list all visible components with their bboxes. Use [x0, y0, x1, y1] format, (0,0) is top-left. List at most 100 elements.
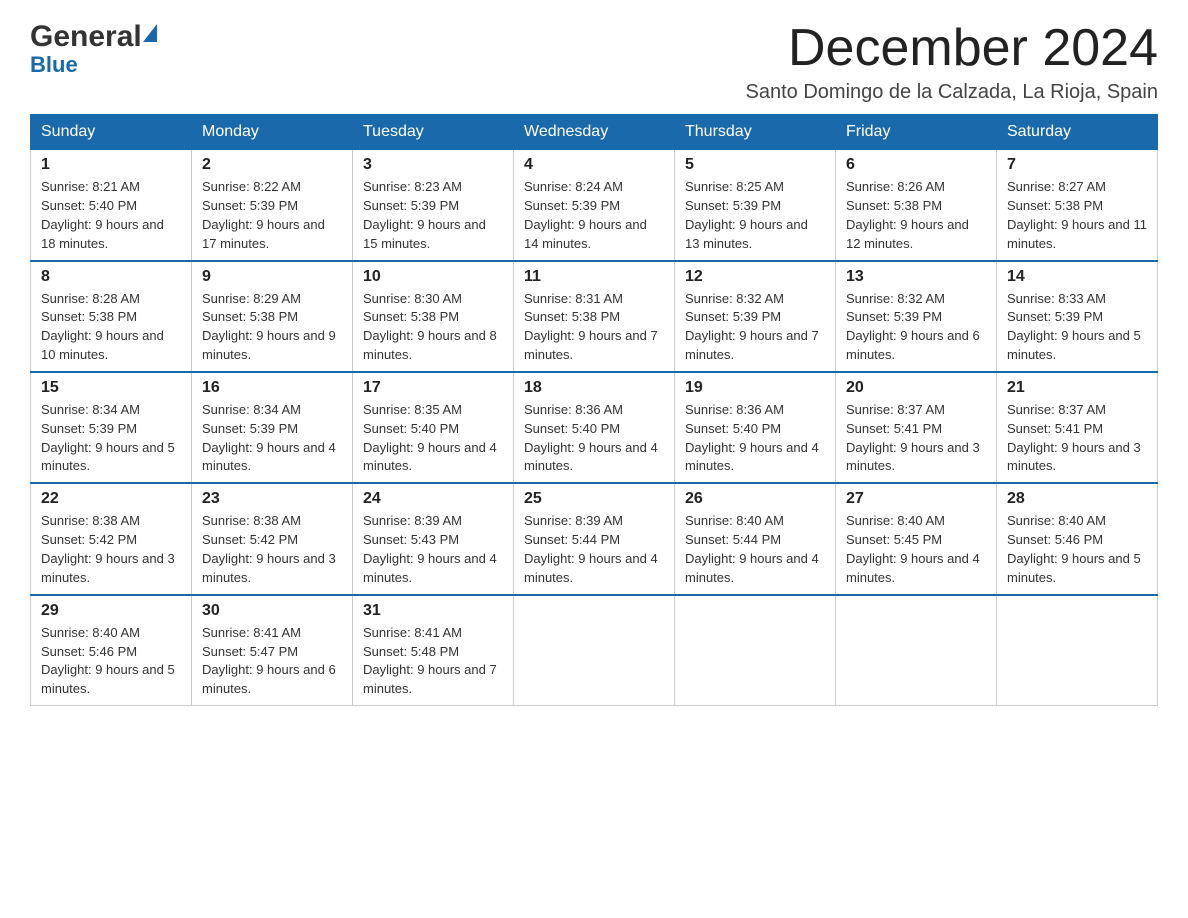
day-info: Sunrise: 8:38 AMSunset: 5:42 PMDaylight:… — [202, 513, 336, 585]
day-info: Sunrise: 8:23 AMSunset: 5:39 PMDaylight:… — [363, 179, 486, 251]
calendar-cell — [997, 595, 1158, 706]
day-number: 10 — [363, 268, 503, 286]
calendar-cell: 19 Sunrise: 8:36 AMSunset: 5:40 PMDaylig… — [675, 372, 836, 483]
day-number: 27 — [846, 490, 986, 508]
calendar-cell: 4 Sunrise: 8:24 AMSunset: 5:39 PMDayligh… — [514, 150, 675, 261]
title-area: December 2024 Santo Domingo de la Calzad… — [746, 20, 1158, 104]
day-number: 16 — [202, 379, 342, 397]
calendar-cell — [675, 595, 836, 706]
calendar-cell: 31 Sunrise: 8:41 AMSunset: 5:48 PMDaylig… — [353, 595, 514, 706]
day-number: 20 — [846, 379, 986, 397]
day-number: 11 — [524, 268, 664, 286]
month-title: December 2024 — [746, 20, 1158, 77]
day-number: 23 — [202, 490, 342, 508]
week-row-4: 22 Sunrise: 8:38 AMSunset: 5:42 PMDaylig… — [31, 483, 1158, 594]
weekday-header-sunday: Sunday — [31, 115, 192, 150]
calendar-cell: 27 Sunrise: 8:40 AMSunset: 5:45 PMDaylig… — [836, 483, 997, 594]
calendar-cell: 22 Sunrise: 8:38 AMSunset: 5:42 PMDaylig… — [31, 483, 192, 594]
weekday-header-thursday: Thursday — [675, 115, 836, 150]
day-number: 13 — [846, 268, 986, 286]
calendar-cell — [836, 595, 997, 706]
day-number: 21 — [1007, 379, 1147, 397]
day-info: Sunrise: 8:37 AMSunset: 5:41 PMDaylight:… — [846, 402, 980, 474]
calendar-cell — [514, 595, 675, 706]
weekday-header-saturday: Saturday — [997, 115, 1158, 150]
day-number: 22 — [41, 490, 181, 508]
day-info: Sunrise: 8:32 AMSunset: 5:39 PMDaylight:… — [685, 291, 819, 363]
calendar-cell: 9 Sunrise: 8:29 AMSunset: 5:38 PMDayligh… — [192, 261, 353, 372]
calendar-cell: 29 Sunrise: 8:40 AMSunset: 5:46 PMDaylig… — [31, 595, 192, 706]
day-number: 4 — [524, 156, 664, 174]
day-number: 15 — [41, 379, 181, 397]
day-info: Sunrise: 8:41 AMSunset: 5:48 PMDaylight:… — [363, 625, 497, 697]
day-info: Sunrise: 8:32 AMSunset: 5:39 PMDaylight:… — [846, 291, 980, 363]
weekday-header-wednesday: Wednesday — [514, 115, 675, 150]
day-info: Sunrise: 8:22 AMSunset: 5:39 PMDaylight:… — [202, 179, 325, 251]
weekday-header-tuesday: Tuesday — [353, 115, 514, 150]
day-info: Sunrise: 8:31 AMSunset: 5:38 PMDaylight:… — [524, 291, 658, 363]
day-info: Sunrise: 8:41 AMSunset: 5:47 PMDaylight:… — [202, 625, 336, 697]
day-number: 18 — [524, 379, 664, 397]
day-info: Sunrise: 8:34 AMSunset: 5:39 PMDaylight:… — [41, 402, 175, 474]
day-number: 31 — [363, 602, 503, 620]
day-number: 24 — [363, 490, 503, 508]
day-info: Sunrise: 8:40 AMSunset: 5:46 PMDaylight:… — [1007, 513, 1141, 585]
week-row-5: 29 Sunrise: 8:40 AMSunset: 5:46 PMDaylig… — [31, 595, 1158, 706]
weekday-header-friday: Friday — [836, 115, 997, 150]
calendar-cell: 23 Sunrise: 8:38 AMSunset: 5:42 PMDaylig… — [192, 483, 353, 594]
day-number: 26 — [685, 490, 825, 508]
calendar-cell: 1 Sunrise: 8:21 AMSunset: 5:40 PMDayligh… — [31, 150, 192, 261]
day-number: 9 — [202, 268, 342, 286]
calendar-cell: 15 Sunrise: 8:34 AMSunset: 5:39 PMDaylig… — [31, 372, 192, 483]
calendar-cell: 28 Sunrise: 8:40 AMSunset: 5:46 PMDaylig… — [997, 483, 1158, 594]
day-info: Sunrise: 8:27 AMSunset: 5:38 PMDaylight:… — [1007, 179, 1147, 251]
day-info: Sunrise: 8:39 AMSunset: 5:43 PMDaylight:… — [363, 513, 497, 585]
day-number: 1 — [41, 156, 181, 174]
day-info: Sunrise: 8:37 AMSunset: 5:41 PMDaylight:… — [1007, 402, 1141, 474]
day-info: Sunrise: 8:34 AMSunset: 5:39 PMDaylight:… — [202, 402, 336, 474]
day-number: 12 — [685, 268, 825, 286]
logo: General Blue — [30, 20, 157, 78]
day-number: 7 — [1007, 156, 1147, 174]
calendar-cell: 17 Sunrise: 8:35 AMSunset: 5:40 PMDaylig… — [353, 372, 514, 483]
calendar-cell: 26 Sunrise: 8:40 AMSunset: 5:44 PMDaylig… — [675, 483, 836, 594]
day-info: Sunrise: 8:35 AMSunset: 5:40 PMDaylight:… — [363, 402, 497, 474]
day-number: 5 — [685, 156, 825, 174]
day-info: Sunrise: 8:30 AMSunset: 5:38 PMDaylight:… — [363, 291, 497, 363]
day-info: Sunrise: 8:40 AMSunset: 5:44 PMDaylight:… — [685, 513, 819, 585]
week-row-1: 1 Sunrise: 8:21 AMSunset: 5:40 PMDayligh… — [31, 150, 1158, 261]
calendar-cell: 13 Sunrise: 8:32 AMSunset: 5:39 PMDaylig… — [836, 261, 997, 372]
calendar-cell: 11 Sunrise: 8:31 AMSunset: 5:38 PMDaylig… — [514, 261, 675, 372]
calendar-cell: 2 Sunrise: 8:22 AMSunset: 5:39 PMDayligh… — [192, 150, 353, 261]
calendar-cell: 3 Sunrise: 8:23 AMSunset: 5:39 PMDayligh… — [353, 150, 514, 261]
calendar-cell: 18 Sunrise: 8:36 AMSunset: 5:40 PMDaylig… — [514, 372, 675, 483]
day-info: Sunrise: 8:40 AMSunset: 5:46 PMDaylight:… — [41, 625, 175, 697]
day-info: Sunrise: 8:39 AMSunset: 5:44 PMDaylight:… — [524, 513, 658, 585]
day-info: Sunrise: 8:24 AMSunset: 5:39 PMDaylight:… — [524, 179, 647, 251]
day-number: 30 — [202, 602, 342, 620]
day-number: 3 — [363, 156, 503, 174]
week-row-2: 8 Sunrise: 8:28 AMSunset: 5:38 PMDayligh… — [31, 261, 1158, 372]
day-number: 2 — [202, 156, 342, 174]
day-info: Sunrise: 8:25 AMSunset: 5:39 PMDaylight:… — [685, 179, 808, 251]
logo-triangle-icon — [143, 24, 157, 42]
calendar-table: SundayMondayTuesdayWednesdayThursdayFrid… — [30, 114, 1158, 706]
logo-blue-text: Blue — [30, 52, 78, 78]
location-subtitle: Santo Domingo de la Calzada, La Rioja, S… — [746, 81, 1158, 104]
day-info: Sunrise: 8:33 AMSunset: 5:39 PMDaylight:… — [1007, 291, 1141, 363]
day-info: Sunrise: 8:38 AMSunset: 5:42 PMDaylight:… — [41, 513, 175, 585]
day-info: Sunrise: 8:40 AMSunset: 5:45 PMDaylight:… — [846, 513, 980, 585]
calendar-cell: 25 Sunrise: 8:39 AMSunset: 5:44 PMDaylig… — [514, 483, 675, 594]
day-number: 8 — [41, 268, 181, 286]
week-row-3: 15 Sunrise: 8:34 AMSunset: 5:39 PMDaylig… — [31, 372, 1158, 483]
calendar-cell: 5 Sunrise: 8:25 AMSunset: 5:39 PMDayligh… — [675, 150, 836, 261]
weekday-header-monday: Monday — [192, 115, 353, 150]
calendar-cell: 21 Sunrise: 8:37 AMSunset: 5:41 PMDaylig… — [997, 372, 1158, 483]
calendar-cell: 12 Sunrise: 8:32 AMSunset: 5:39 PMDaylig… — [675, 261, 836, 372]
calendar-cell: 7 Sunrise: 8:27 AMSunset: 5:38 PMDayligh… — [997, 150, 1158, 261]
day-number: 25 — [524, 490, 664, 508]
calendar-cell: 30 Sunrise: 8:41 AMSunset: 5:47 PMDaylig… — [192, 595, 353, 706]
day-number: 14 — [1007, 268, 1147, 286]
day-number: 6 — [846, 156, 986, 174]
day-number: 28 — [1007, 490, 1147, 508]
